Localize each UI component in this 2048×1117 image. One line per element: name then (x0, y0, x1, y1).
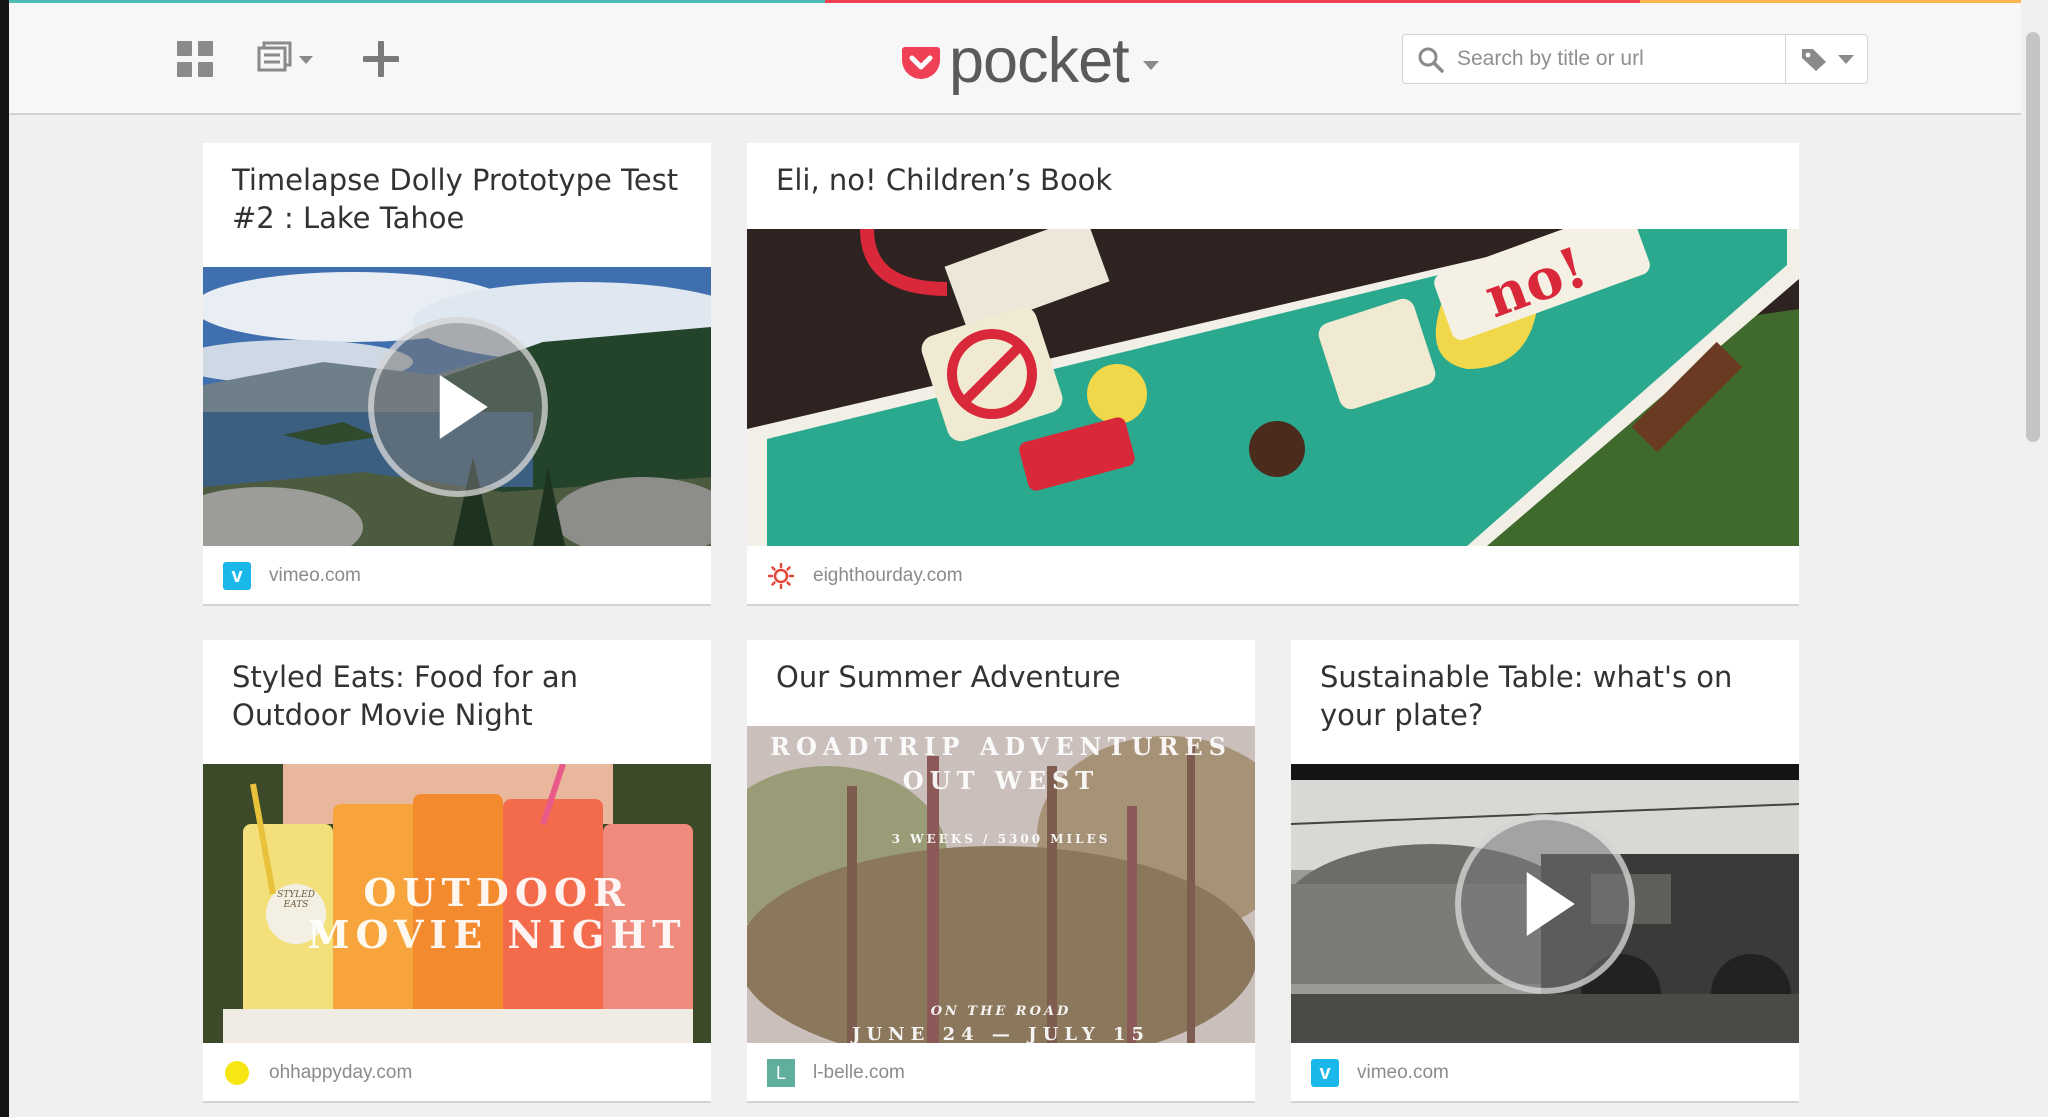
source-domain: l-belle.com (813, 1062, 905, 1083)
pocket-logo-icon (902, 47, 940, 79)
letter-l-icon: L (767, 1059, 795, 1087)
vimeo-icon: v (1311, 1059, 1339, 1087)
chevron-down-icon[interactable] (1142, 60, 1159, 70)
top-toolbar: pocket (9, 3, 2021, 115)
source-domain: vimeo.com (269, 565, 361, 586)
tag-filter-button[interactable] (1785, 35, 1868, 83)
article-title[interactable]: Our Summer Adventure (776, 658, 1231, 696)
thumbnail-text: OUT WEST (902, 766, 1100, 795)
add-item-icon[interactable] (363, 41, 399, 77)
chevron-down-icon (1838, 54, 1854, 64)
article-thumbnail[interactable] (203, 267, 711, 546)
thumbnail-text: MOVIE NIGHT (307, 912, 687, 957)
thumbnail-text: OUTDOOR (363, 870, 631, 915)
search-icon[interactable] (1417, 46, 1445, 74)
article-card[interactable]: Timelapse Dolly Prototype Test #2 : Lake… (203, 143, 711, 606)
article-title[interactable]: Eli, no! Children’s Book (776, 161, 1775, 199)
source-domain: eighthourday.com (813, 565, 963, 586)
article-source[interactable]: L l-belle.com (767, 1059, 905, 1087)
article-title[interactable]: Timelapse Dolly Prototype Test #2 : Lake… (232, 161, 687, 237)
source-domain: vimeo.com (1357, 1062, 1449, 1083)
brand-name: pocket (949, 26, 1130, 96)
scrollbar[interactable] (2021, 0, 2048, 1117)
pocket-logo[interactable]: pocket (901, 21, 1159, 101)
article-source[interactable]: v vimeo.com (1311, 1059, 1449, 1087)
yellow-dot-icon (223, 1059, 251, 1087)
thumbnail-text: JUNE 24 — JULY 15 (851, 1024, 1151, 1043)
article-card[interactable]: Sustainable Table: what's on your plate?… (1291, 640, 1799, 1103)
article-source[interactable]: v vimeo.com (223, 562, 361, 590)
article-card[interactable]: Eli, no! Children’s Book no! eighthourda… (747, 143, 1799, 606)
play-icon[interactable] (368, 317, 548, 497)
article-title[interactable]: Sustainable Table: what's on your plate? (1320, 658, 1775, 734)
window-edge (0, 0, 9, 1117)
search-input[interactable] (1457, 35, 1773, 83)
article-source[interactable]: eighthourday.com (767, 562, 963, 590)
article-thumbnail[interactable]: no! (747, 229, 1799, 546)
article-title[interactable]: Styled Eats: Food for an Outdoor Movie N… (232, 658, 687, 734)
thumbnail-text: ROADTRIP ADVENTURES (770, 732, 1232, 761)
article-thumbnail[interactable]: STYLED EATS OUTDOOR MOVIE NIGHT (203, 764, 711, 1043)
source-domain: ohhappyday.com (269, 1062, 413, 1083)
article-source[interactable]: ohhappyday.com (223, 1059, 412, 1087)
article-card[interactable]: Styled Eats: Food for an Outdoor Movie N… (203, 640, 711, 1103)
tag-icon (1802, 49, 1826, 71)
sun-icon (767, 562, 795, 590)
play-icon[interactable] (1455, 814, 1635, 994)
thumbnail-text: 3 WEEKS / 5300 MILES (891, 832, 1111, 846)
article-thumbnail[interactable]: ROADTRIP ADVENTURES OUT WEST 3 WEEKS / 5… (747, 726, 1255, 1043)
list-view-icon[interactable] (255, 41, 315, 79)
thumbnail-text: ON THE ROAD (930, 1004, 1072, 1019)
article-thumbnail[interactable] (1291, 764, 1799, 1043)
search-box (1402, 34, 1868, 84)
scrollbar-thumb[interactable] (2026, 32, 2040, 442)
grid-view-icon[interactable] (177, 41, 213, 77)
vimeo-icon: v (223, 562, 251, 590)
article-card[interactable]: Our Summer Adventure ROADTRIP ADVENTURES… (747, 640, 1255, 1103)
